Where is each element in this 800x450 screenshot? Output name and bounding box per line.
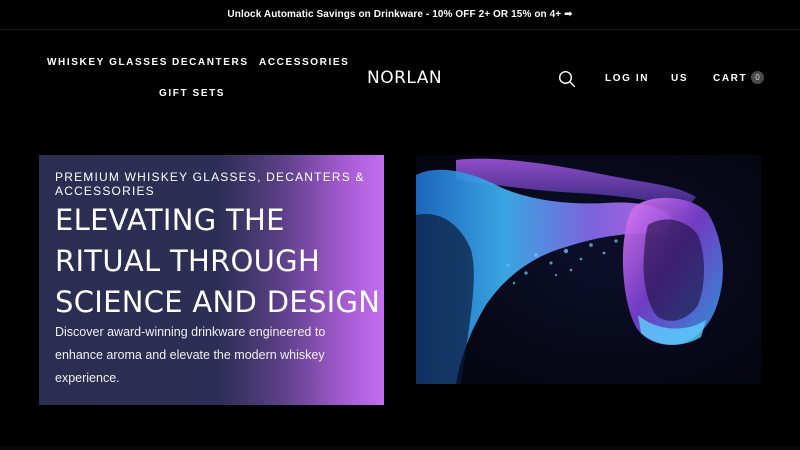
cart-link[interactable]: CART bbox=[713, 73, 747, 84]
nav-whiskey-glasses[interactable]: WHISKEY GLASSES bbox=[47, 57, 168, 68]
log-in-link[interactable]: LOG IN bbox=[605, 73, 649, 84]
search-icon[interactable] bbox=[558, 70, 576, 88]
region-selector[interactable]: US bbox=[671, 73, 688, 84]
hero-title: ELEVATING THE RITUAL THROUGH SCIENCE AND… bbox=[55, 203, 381, 319]
section-divider bbox=[0, 446, 800, 450]
nav-gift-sets[interactable]: GIFT SETS bbox=[159, 88, 225, 99]
splash-illustration bbox=[416, 155, 761, 384]
hero-description: Discover award-winning drinkware enginee… bbox=[55, 325, 326, 385]
announcement-bar[interactable]: Unlock Automatic Savings on Drinkware - … bbox=[0, 0, 800, 30]
whiskey-glass-splash-image bbox=[416, 155, 761, 384]
site-header: WHISKEY GLASSES DECANTERS ACCESSORIES GI… bbox=[0, 30, 800, 125]
site-logo[interactable]: NORLAN bbox=[367, 68, 442, 88]
hero-eyebrow: PREMIUM WHISKEY GLASSES, DECANTERS & ACC… bbox=[55, 170, 365, 198]
announcement-text[interactable]: Unlock Automatic Savings on Drinkware - … bbox=[227, 9, 572, 20]
hero-text-card: PREMIUM WHISKEY GLASSES, DECANTERS & ACC… bbox=[39, 155, 384, 405]
nav-accessories[interactable]: ACCESSORIES bbox=[259, 57, 349, 68]
nav-decanters[interactable]: DECANTERS bbox=[172, 57, 249, 68]
cart-count-badge[interactable]: 0 bbox=[751, 71, 764, 84]
